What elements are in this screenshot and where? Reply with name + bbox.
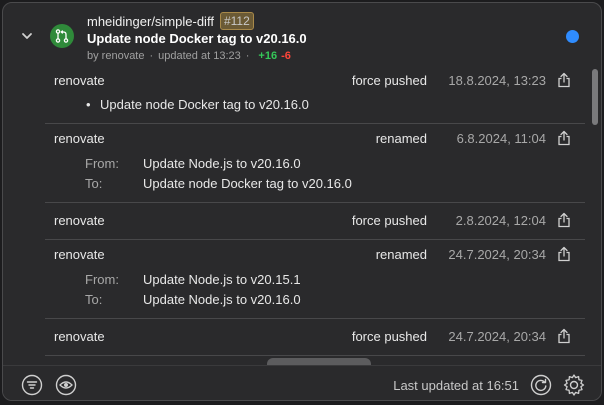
eye-icon[interactable]	[55, 374, 77, 396]
scrollbar-thumb[interactable]	[592, 69, 598, 125]
repo-line: mheidinger/simple-diff #112	[87, 12, 254, 30]
timeline-list: renovate force pushed 18.8.2024, 13:23 U…	[45, 69, 585, 356]
meta-separator: ·	[149, 50, 154, 62]
event-header: renovate force pushed 24.7.2024, 20:34	[45, 319, 585, 355]
event-time: 6.8.2024, 11:04	[456, 131, 546, 146]
timeline-event: renovate renamed 24.7.2024, 20:34 From: …	[45, 240, 585, 319]
filter-icon[interactable]	[21, 374, 43, 396]
timeline-event: renovate renamed 6.8.2024, 11:04 From: U…	[45, 124, 585, 203]
pr-header[interactable]: mheidinger/simple-diff #112 Update node …	[3, 3, 601, 69]
pr-title[interactable]: Update node Docker tag to v20.16.0	[87, 31, 307, 46]
event-header: renovate force pushed 18.8.2024, 13:23	[45, 69, 585, 95]
event-time: 24.7.2024, 20:34	[448, 247, 546, 262]
share-icon[interactable]	[557, 328, 571, 344]
additions-count: +16	[258, 50, 278, 62]
rename-from-row: From: Update Node.js to v20.15.1	[45, 270, 585, 290]
last-updated-status: Last updated at 16:51	[393, 378, 519, 393]
repo-name[interactable]: mheidinger/simple-diff	[87, 14, 214, 29]
event-actor: renovate	[54, 247, 105, 262]
meta-separator: ·	[245, 50, 250, 62]
gear-icon[interactable]	[562, 373, 586, 397]
share-icon[interactable]	[557, 130, 571, 146]
to-value: Update Node.js to v20.16.0	[143, 292, 301, 307]
from-label: From:	[85, 272, 119, 287]
from-value: Update Node.js to v20.15.1	[143, 272, 301, 287]
event-header: renovate renamed 24.7.2024, 20:34	[45, 240, 585, 270]
rename-to-row: To: Update Node.js to v20.16.0	[45, 290, 585, 310]
event-actor: renovate	[54, 213, 105, 228]
event-action: force pushed	[351, 73, 427, 88]
unread-indicator[interactable]	[566, 30, 579, 43]
pr-updated: updated at 13:23	[158, 50, 241, 62]
to-label: To:	[85, 176, 103, 191]
event-action: renamed	[375, 131, 427, 146]
deletions-count: -6	[281, 50, 291, 62]
from-label: From:	[85, 156, 119, 171]
from-value: Update Node.js to v20.16.0	[143, 156, 301, 171]
timeline-event: renovate force pushed 2.8.2024, 12:04	[45, 203, 585, 240]
pr-number-badge[interactable]: #112	[219, 12, 254, 30]
event-header: renovate force pushed 2.8.2024, 12:04	[45, 203, 585, 239]
event-body: From: Update Node.js to v20.15.1 To: Upd…	[45, 270, 585, 318]
event-body: Update node Docker tag to v20.16.0	[45, 95, 585, 123]
share-icon[interactable]	[557, 72, 571, 88]
refresh-icon[interactable]	[530, 374, 552, 396]
event-actor: renovate	[54, 329, 105, 344]
event-time: 24.7.2024, 20:34	[448, 329, 546, 344]
commit-bullet: Update node Docker tag to v20.16.0	[45, 95, 585, 115]
event-actor: renovate	[54, 131, 105, 146]
event-time: 18.8.2024, 13:23	[448, 73, 546, 88]
pr-meta: by renovate · updated at 13:23 · +16 -6	[87, 50, 291, 62]
to-label: To:	[85, 292, 103, 307]
event-action: force pushed	[351, 213, 427, 228]
event-time: 2.8.2024, 12:04	[455, 213, 546, 228]
pr-author: by renovate	[87, 50, 145, 62]
app-window: mheidinger/simple-diff #112 Update node …	[2, 2, 602, 401]
to-value: Update node Docker tag to v20.16.0	[143, 176, 352, 191]
rename-to-row: To: Update node Docker tag to v20.16.0	[45, 174, 585, 194]
event-action: force pushed	[351, 329, 427, 344]
rename-from-row: From: Update Node.js to v20.16.0	[45, 154, 585, 174]
timeline-event: renovate force pushed 24.7.2024, 20:34	[45, 319, 585, 356]
event-body: From: Update Node.js to v20.16.0 To: Upd…	[45, 154, 585, 202]
timeline-event: renovate force pushed 18.8.2024, 13:23 U…	[45, 69, 585, 124]
event-actor: renovate	[54, 73, 105, 88]
footer-bar: Last updated at 16:51	[3, 365, 601, 400]
share-icon[interactable]	[557, 246, 571, 262]
chevron-down-icon[interactable]	[20, 29, 34, 43]
event-action: renamed	[375, 247, 427, 262]
share-icon[interactable]	[557, 212, 571, 228]
pull-request-icon	[50, 24, 74, 48]
event-header: renovate renamed 6.8.2024, 11:04	[45, 124, 585, 154]
